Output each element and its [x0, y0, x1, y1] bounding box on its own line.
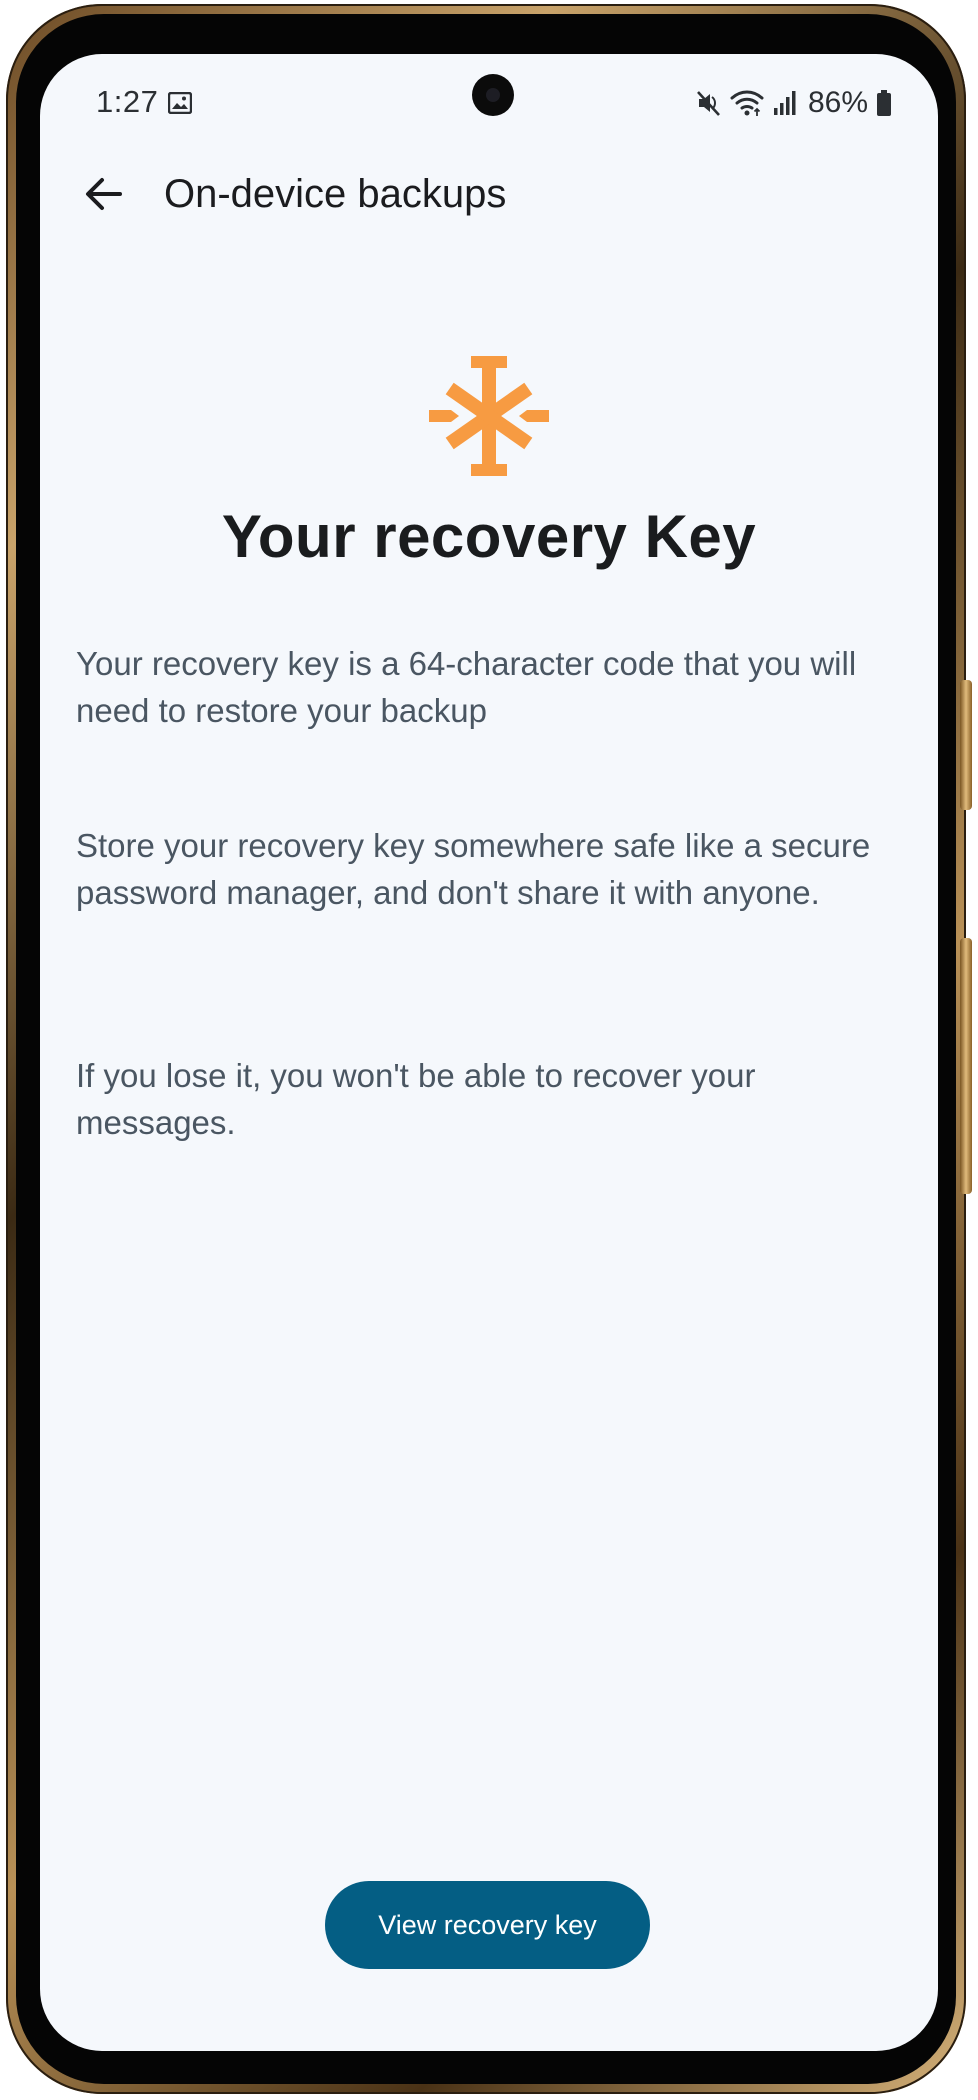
signal-icon: [773, 91, 796, 115]
app-bar: On-device backups: [40, 154, 938, 244]
page-title: On-device backups: [164, 172, 507, 216]
mute-icon: [696, 91, 720, 116]
status-icons: 86%: [696, 86, 892, 120]
phone-frame: 1:27 86% On-device backups Your recovery…: [6, 4, 972, 2094]
paragraph-lose-warning: If you lose it, you won't be able to rec…: [76, 1057, 756, 1141]
status-time: 1:27: [96, 84, 159, 119]
power-button: [960, 938, 972, 1194]
back-arrow-icon: [86, 178, 122, 210]
volume-button: [960, 680, 972, 810]
paragraph-recovery-key-info: Your recovery key is a 64-character code…: [76, 645, 857, 729]
back-button[interactable]: [74, 164, 134, 224]
screen: 1:27 86% On-device backups Your recovery…: [40, 54, 938, 2051]
battery-percent: 86%: [807, 86, 868, 119]
gallery-icon: [168, 92, 192, 114]
asterisk-key-icon: [429, 356, 549, 476]
headline: Your recovery Key: [221, 503, 757, 570]
status-bar: 1:27 86%: [40, 54, 938, 154]
paragraph-store-safely: Store your recovery key somewhere safe l…: [76, 827, 871, 911]
view-recovery-key-button[interactable]: View recovery key: [325, 1881, 650, 1969]
wifi-icon: [730, 90, 764, 116]
battery-icon: [877, 90, 891, 116]
